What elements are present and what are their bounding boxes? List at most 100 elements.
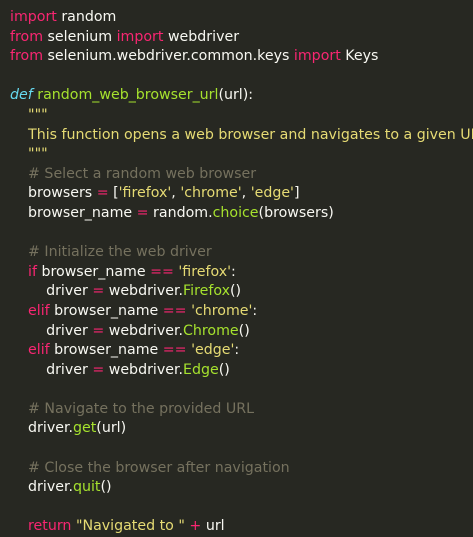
code-token: ] xyxy=(293,185,300,202)
code-token: Keys xyxy=(340,48,379,65)
comment-token: # Initialize the web driver xyxy=(10,244,212,261)
code-token: browser_name xyxy=(10,204,137,221)
keyword-token: from xyxy=(10,28,44,45)
code-token: driver. xyxy=(10,420,73,437)
code-token: browser_name xyxy=(49,342,163,359)
code-line[interactable]: driver = webdriver.Edge() xyxy=(10,361,473,381)
attribute-token: quit xyxy=(72,479,101,496)
code-token: () xyxy=(229,283,242,300)
code-line[interactable]: ​ xyxy=(10,67,473,87)
code-line[interactable]: # Select a random web browser xyxy=(10,165,473,185)
operator-token: = xyxy=(96,185,109,202)
code-token: selenium.webdriver.common.keys xyxy=(43,48,294,65)
code-token: browsers xyxy=(10,185,97,202)
attribute-token: choice xyxy=(212,204,259,221)
code-line[interactable]: browsers = ['firefox', 'chrome', 'edge'] xyxy=(10,184,473,204)
code-line[interactable]: driver = webdriver.Chrome() xyxy=(10,322,473,342)
operator-token: = xyxy=(92,361,105,378)
code-token: driver xyxy=(10,283,93,300)
operator-token: == xyxy=(162,342,187,359)
function-name-token: random_web_browser_url xyxy=(37,87,219,104)
string-token: """ xyxy=(10,106,48,123)
string-token: "Navigated to " xyxy=(75,518,185,535)
code-token: (url) xyxy=(96,420,127,437)
code-token: , xyxy=(171,185,181,202)
attribute-token: Edge xyxy=(183,361,219,378)
code-line[interactable]: ​ xyxy=(10,224,473,244)
code-line[interactable]: This function opens a web browser and na… xyxy=(10,126,473,146)
code-token: , xyxy=(241,185,251,202)
code-line[interactable]: driver.get(url) xyxy=(10,419,473,439)
code-line[interactable]: # Close the browser after navigation xyxy=(10,459,473,479)
string-token: This function opens a web browser and na… xyxy=(10,126,473,143)
keyword-token: from xyxy=(10,48,44,65)
code-token: browser_name xyxy=(36,263,151,280)
code-token: driver. xyxy=(10,479,73,496)
comment-token: # Navigate to the provided URL xyxy=(10,400,255,417)
code-editor[interactable]: import random from selenium import webdri… xyxy=(0,0,473,534)
keyword-token: elif xyxy=(10,342,50,359)
code-line[interactable]: ​ xyxy=(10,498,473,518)
code-token: driver xyxy=(10,361,93,378)
operator-token: + xyxy=(189,518,202,535)
code-line[interactable]: ​ xyxy=(10,380,473,400)
operator-token: == xyxy=(150,263,174,280)
string-token: 'chrome' xyxy=(191,302,253,319)
code-token: url xyxy=(201,518,225,535)
string-token: 'firefox' xyxy=(178,263,232,280)
code-token: browser_name xyxy=(49,302,163,319)
keyword-token: elif xyxy=(10,302,50,319)
operator-token: = xyxy=(136,204,149,221)
string-token: 'edge' xyxy=(250,185,294,202)
keyword-token: import xyxy=(10,9,57,25)
operator-token: = xyxy=(92,283,105,300)
code-token: : xyxy=(234,342,240,359)
code-token: () xyxy=(238,322,250,339)
string-token: """ xyxy=(10,146,48,163)
code-token: random. xyxy=(148,204,213,221)
code-token: webdriver. xyxy=(104,283,184,300)
keyword-token: import xyxy=(293,48,341,65)
code-token: selenium xyxy=(43,28,117,45)
code-token: webdriver. xyxy=(104,322,184,339)
code-token: () xyxy=(218,361,230,378)
code-line[interactable]: from selenium import webdriver xyxy=(10,28,473,48)
code-line[interactable]: """ xyxy=(10,106,473,126)
code-token: [ xyxy=(108,185,119,202)
code-line[interactable]: driver = webdriver.Firefox() xyxy=(10,282,473,302)
code-line[interactable]: from selenium.webdriver.common.keys impo… xyxy=(10,47,473,67)
def-keyword-token: def xyxy=(10,87,33,104)
code-token: webdriver. xyxy=(104,361,184,378)
operator-token: == xyxy=(162,302,187,319)
code-line[interactable]: driver.quit() xyxy=(10,478,473,498)
code-line[interactable]: return "Navigated to " + url xyxy=(10,517,473,537)
operator-token: = xyxy=(92,322,105,339)
code-line[interactable]: browser_name = random.choice(browsers) xyxy=(10,204,473,224)
code-line[interactable]: def random_web_browser_url(url): xyxy=(10,86,473,106)
code-token: : xyxy=(252,302,258,319)
code-line[interactable]: if browser_name == 'firefox': xyxy=(10,263,473,283)
code-token: () xyxy=(100,479,112,496)
code-line[interactable]: # Initialize the web driver xyxy=(10,243,473,263)
comment-token: # Select a random web browser xyxy=(10,165,257,182)
code-token: (browsers) xyxy=(258,204,334,221)
keyword-token: if xyxy=(10,263,37,280)
attribute-token: get xyxy=(72,420,97,437)
code-line[interactable]: # Navigate to the provided URL xyxy=(10,400,473,420)
attribute-token: Firefox xyxy=(183,283,230,300)
code-token: (url): xyxy=(218,87,254,104)
code-line[interactable]: ​ xyxy=(10,439,473,459)
code-line[interactable]: """ xyxy=(10,145,473,165)
code-token: webdriver xyxy=(163,28,240,45)
code-line[interactable]: elif browser_name == 'chrome': xyxy=(10,302,473,322)
code-line[interactable]: elif browser_name == 'edge': xyxy=(10,341,473,361)
code-token: : xyxy=(231,263,236,280)
code-token: random xyxy=(56,9,117,25)
attribute-token: Chrome xyxy=(183,322,239,339)
keyword-token: import xyxy=(116,28,164,45)
keyword-token: return xyxy=(10,518,72,535)
code-line[interactable]: import random xyxy=(10,8,473,28)
code-token: driver xyxy=(10,322,93,339)
string-token: 'edge' xyxy=(191,342,235,359)
string-token: 'chrome' xyxy=(180,185,242,202)
